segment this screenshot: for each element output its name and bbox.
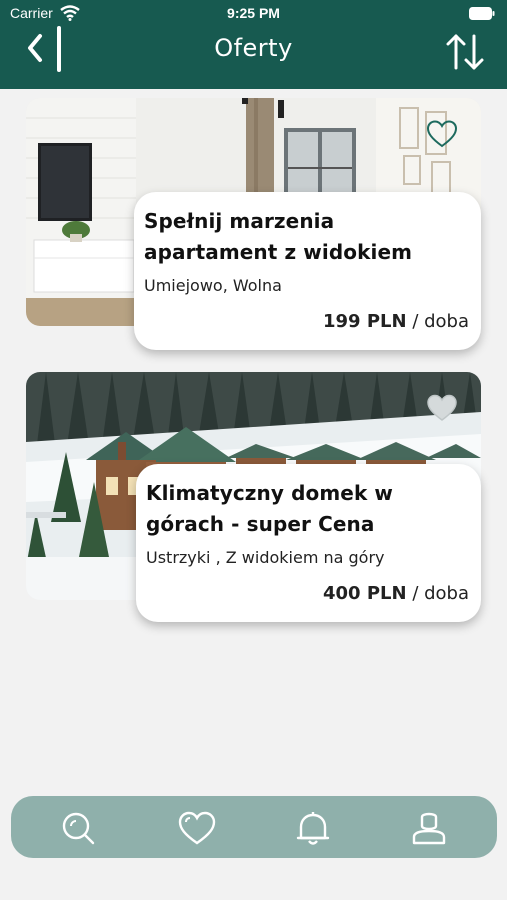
tab-profile[interactable] [409,809,449,849]
header: Carrier 9:25 PM Oferty [0,0,507,89]
status-time: 9:25 PM [227,5,280,21]
listing-card[interactable]: Klimatyczny domek w górach - super Cena … [26,372,481,622]
listing-location: Ustrzyki , Z widokiem na góry [146,548,385,567]
search-icon [62,812,95,845]
tab-favorites[interactable] [177,809,217,849]
listing-card[interactable]: Spełnij marzenia apartament z widokiem U… [26,98,481,350]
listing-location: Umiejowo, Wolna [144,276,282,295]
status-bar: Carrier 9:25 PM [0,0,507,28]
tab-search[interactable] [59,809,99,849]
page-title: Oferty [214,34,293,62]
listing-price: 400 PLN / doba [323,583,469,604]
bottom-tab-bar [11,796,497,858]
listing-info-box[interactable]: Spełnij marzenia apartament z widokiem U… [134,192,481,350]
listing-title: Spełnij marzenia apartament z widokiem [144,209,413,264]
favorite-heart-icon[interactable] [427,120,457,148]
battery-icon [469,7,495,24]
price-value: 400 PLN [323,583,407,604]
price-value: 199 PLN [323,311,407,332]
user-icon [412,812,446,845]
sort-button[interactable] [443,30,487,74]
price-unit: / doba [412,311,469,332]
listing-title: Klimatyczny domek w górach - super Cena [146,481,393,536]
listing-price: 199 PLN / doba [323,311,469,332]
heart-icon [178,811,216,845]
favorite-heart-icon[interactable] [427,394,457,422]
tab-notifications[interactable] [293,809,333,849]
sort-arrows-icon [446,34,484,70]
listing-info-box[interactable]: Klimatyczny domek w górach - super Cena … [136,464,481,622]
price-unit: / doba [412,583,469,604]
bell-icon [296,812,330,845]
